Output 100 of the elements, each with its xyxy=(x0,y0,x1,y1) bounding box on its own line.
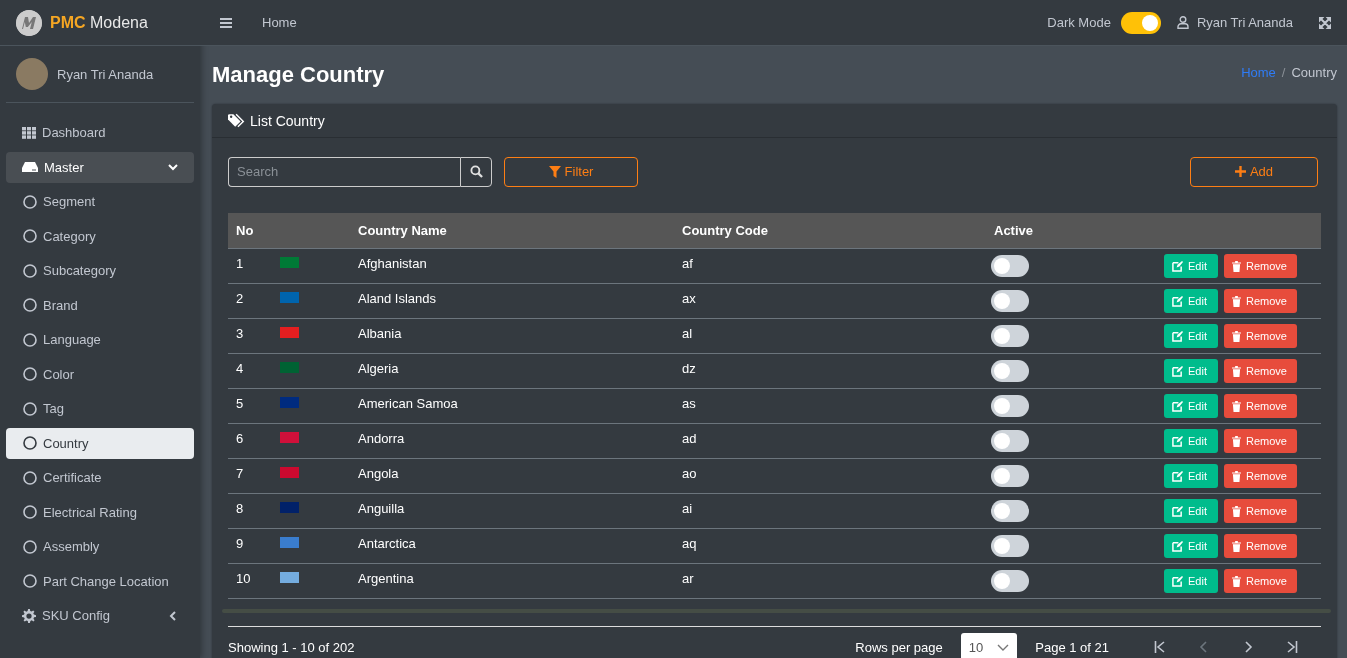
dark-mode-toggle[interactable] xyxy=(1120,11,1161,34)
active-toggle[interactable] xyxy=(991,360,1029,382)
active-toggle[interactable] xyxy=(991,465,1029,487)
trash-icon xyxy=(1232,575,1241,587)
filter-button[interactable]: Filter xyxy=(504,156,638,187)
remove-button[interactable]: Remove xyxy=(1224,569,1297,593)
sidebar-subitem[interactable]: Color xyxy=(6,358,194,390)
sidebar-subitem[interactable]: Assembly xyxy=(6,531,194,563)
showing-text: Showing 1 - 10 of 202 xyxy=(228,639,355,655)
remove-button[interactable]: Remove xyxy=(1224,254,1297,278)
active-toggle[interactable] xyxy=(991,500,1029,522)
page-title: Manage Country xyxy=(212,62,385,88)
row-number: 4 xyxy=(236,361,244,376)
search-button[interactable] xyxy=(460,156,492,187)
next-page-icon[interactable] xyxy=(1242,641,1254,653)
row-number: 9 xyxy=(236,536,244,551)
previous-page-icon[interactable] xyxy=(1198,641,1210,653)
remove-button[interactable]: Remove xyxy=(1224,324,1297,348)
chevron-down-icon xyxy=(997,643,1010,651)
country-code: ax xyxy=(682,291,696,306)
active-toggle[interactable] xyxy=(991,290,1029,312)
sidebar-subitem[interactable]: Subcategory xyxy=(6,255,194,287)
country-name: Afghanistan xyxy=(358,256,427,271)
remove-button[interactable]: Remove xyxy=(1224,464,1297,488)
rows-per-page-select[interactable]: 10 xyxy=(960,633,1018,658)
row-number: 2 xyxy=(236,291,244,306)
edit-button[interactable]: Edit xyxy=(1164,289,1218,313)
edit-icon xyxy=(1172,295,1183,307)
edit-icon xyxy=(1172,505,1183,517)
sidebar-subitem[interactable]: Electrical Rating xyxy=(6,496,194,528)
edit-button[interactable]: Edit xyxy=(1164,359,1218,383)
remove-button[interactable]: Remove xyxy=(1224,359,1297,383)
user-name[interactable]: Ryan Tri Ananda xyxy=(57,66,154,82)
column-header: No xyxy=(236,223,254,238)
fullscreen-icon[interactable] xyxy=(1319,16,1331,29)
add-button[interactable]: Add xyxy=(1190,156,1318,187)
active-toggle[interactable] xyxy=(991,535,1029,557)
circle-icon xyxy=(23,229,37,244)
home-link[interactable]: Home xyxy=(262,15,297,30)
circle-icon xyxy=(23,505,37,520)
sidebar-item[interactable]: Master xyxy=(6,151,194,183)
last-page-icon[interactable] xyxy=(1286,641,1298,653)
edit-button[interactable]: Edit xyxy=(1164,254,1218,278)
sidebar-subitem[interactable]: Segment xyxy=(6,186,194,218)
sidebar-subitem[interactable]: Category xyxy=(6,220,194,252)
row-number: 7 xyxy=(236,466,244,481)
plus-icon xyxy=(1234,166,1246,177)
edit-button[interactable]: Edit xyxy=(1164,569,1218,593)
country-code: ar xyxy=(682,571,694,586)
circle-icon xyxy=(23,298,37,313)
country-name: Angola xyxy=(358,466,399,481)
edit-icon xyxy=(1172,330,1183,342)
country-name: Algeria xyxy=(358,361,399,376)
remove-button[interactable]: Remove xyxy=(1224,394,1297,418)
sidebar-subitem[interactable]: Language xyxy=(6,324,194,356)
user-icon xyxy=(1176,16,1189,29)
remove-button[interactable]: Remove xyxy=(1224,534,1297,558)
first-page-icon[interactable] xyxy=(1154,641,1166,653)
edit-button[interactable]: Edit xyxy=(1164,534,1218,558)
edit-button[interactable]: Edit xyxy=(1164,464,1218,488)
row-number: 1 xyxy=(236,256,244,271)
user-name[interactable]: Ryan Tri Ananda xyxy=(1196,15,1293,30)
remove-button[interactable]: Remove xyxy=(1224,499,1297,523)
edit-button[interactable]: Edit xyxy=(1164,429,1218,453)
card-title: List Country xyxy=(250,112,325,129)
sidebar-subitem[interactable]: Part Change Location xyxy=(6,565,194,597)
circle-icon xyxy=(23,367,37,382)
search-field[interactable]: Search xyxy=(228,156,460,187)
sidebar-subitem[interactable]: Brand xyxy=(6,289,194,321)
trash-icon xyxy=(1232,400,1241,412)
sidebar-subitem[interactable]: Country xyxy=(6,427,194,459)
remove-button[interactable]: Remove xyxy=(1224,289,1297,313)
brand-name[interactable]: PMC Modena xyxy=(50,13,148,32)
edit-button[interactable]: Edit xyxy=(1164,324,1218,348)
menu-icon[interactable] xyxy=(220,17,232,28)
caret-icon xyxy=(168,610,178,621)
active-toggle[interactable] xyxy=(991,395,1029,417)
edit-icon xyxy=(1172,435,1183,447)
country-name: Aland Islands xyxy=(358,291,437,306)
row-number: 5 xyxy=(236,396,244,411)
active-toggle[interactable] xyxy=(991,325,1029,347)
active-toggle[interactable] xyxy=(991,430,1029,452)
active-toggle[interactable] xyxy=(991,255,1029,277)
country-code: ai xyxy=(682,501,693,516)
country-name: Anguilla xyxy=(358,501,405,516)
row-number: 8 xyxy=(236,501,244,516)
edit-button[interactable]: Edit xyxy=(1164,499,1218,523)
circle-icon xyxy=(23,401,37,416)
active-toggle[interactable] xyxy=(991,570,1029,592)
circle-icon xyxy=(23,539,37,554)
remove-button[interactable]: Remove xyxy=(1224,429,1297,453)
edit-button[interactable]: Edit xyxy=(1164,394,1218,418)
sidebar-item[interactable]: Dashboard xyxy=(6,117,194,149)
sidebar-subitem[interactable]: Certificate xyxy=(6,462,194,494)
country-name: Albania xyxy=(358,326,402,341)
sidebar-subitem[interactable]: Tag xyxy=(6,393,194,425)
sidebar-item[interactable]: SKU Config xyxy=(6,600,194,632)
trash-icon xyxy=(1232,505,1241,517)
circle-icon xyxy=(23,470,37,485)
trash-icon xyxy=(1232,330,1241,342)
